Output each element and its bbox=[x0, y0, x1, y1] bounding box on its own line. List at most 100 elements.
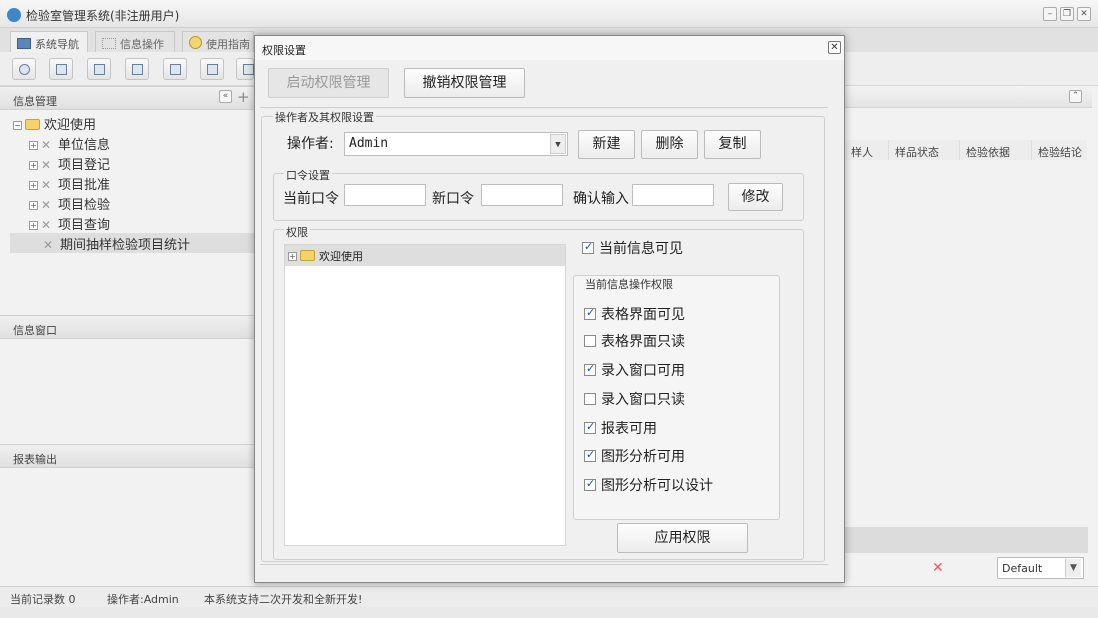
export-icon bbox=[207, 64, 218, 75]
permission-checkbox-row[interactable]: 图形分析可以设计 bbox=[584, 475, 713, 495]
permission-dialog: 权限设置 ✕ 启动权限管理 撤销权限管理 操作者及其权限设置 操作者: Admi… bbox=[254, 35, 845, 583]
tools-icon: ✕ bbox=[41, 158, 52, 172]
tree-item-project-register[interactable]: + ✕ 项目登记 bbox=[29, 154, 110, 174]
checkbox-icon[interactable] bbox=[582, 240, 594, 254]
export-tool-button[interactable] bbox=[200, 58, 224, 80]
permission-tree-root-label: 欢迎使用 bbox=[319, 250, 363, 263]
document-icon bbox=[94, 64, 105, 75]
confirm-password-label: 确认输入 bbox=[573, 191, 629, 207]
copy-operator-button[interactable]: 复制 bbox=[704, 130, 761, 159]
expand-node-icon[interactable]: + bbox=[288, 252, 297, 261]
dialog-close-icon[interactable]: ✕ bbox=[828, 41, 841, 54]
checkbox-icon[interactable] bbox=[584, 362, 596, 376]
expand-node-icon[interactable]: + bbox=[29, 161, 38, 170]
info-window-header: 信息窗口 bbox=[0, 315, 254, 339]
permission-checkbox-row[interactable]: 图形分析可用 bbox=[584, 446, 685, 466]
permission-checkbox-row[interactable]: 表格界面只读 bbox=[584, 331, 685, 351]
collapse-node-icon[interactable]: − bbox=[13, 121, 22, 130]
tab-label: 系统导航 bbox=[35, 38, 79, 51]
expand-node-icon[interactable]: + bbox=[29, 201, 38, 210]
grid-icon bbox=[102, 38, 116, 49]
checkbox-icon[interactable] bbox=[584, 306, 596, 320]
new-operator-button[interactable]: 新建 bbox=[578, 130, 635, 159]
chevron-down-icon[interactable]: ▼ bbox=[1065, 559, 1081, 577]
tab-system-nav[interactable]: 系统导航 bbox=[10, 31, 88, 52]
checkbox-icon[interactable] bbox=[584, 448, 596, 462]
list-icon bbox=[56, 64, 67, 75]
record-count: 当前记录数 0 bbox=[10, 593, 76, 606]
search-tool-button[interactable] bbox=[12, 58, 36, 80]
tree-item-project-approve[interactable]: + ✕ 项目批准 bbox=[29, 174, 110, 194]
column-header[interactable]: 样品状态 bbox=[888, 140, 959, 160]
list-tool-button[interactable] bbox=[49, 58, 73, 80]
window-title-bar: 检验室管理系统(非注册用户) – ❐ ✕ bbox=[0, 0, 1098, 28]
tab-info-ops[interactable]: 信息操作 bbox=[95, 31, 175, 52]
minimize-icon[interactable]: – bbox=[1043, 7, 1057, 21]
chevron-down-icon[interactable]: ▼ bbox=[550, 134, 566, 154]
panel-title: 信息窗口 bbox=[13, 324, 57, 337]
column-header[interactable]: 样人 bbox=[845, 140, 888, 160]
checkbox-icon[interactable] bbox=[584, 335, 596, 347]
permission-label: 图形分析可以设计 bbox=[601, 478, 713, 494]
modify-password-button[interactable]: 修改 bbox=[728, 183, 783, 211]
tools-icon: ✕ bbox=[41, 178, 52, 192]
start-permission-button[interactable]: 启动权限管理 bbox=[268, 68, 389, 98]
permission-checkbox-row[interactable]: 报表可用 bbox=[584, 418, 657, 438]
delete-operator-button[interactable]: 删除 bbox=[641, 130, 698, 159]
permission-tree-root[interactable]: + 欢迎使用 bbox=[288, 248, 363, 264]
theme-select[interactable]: Default ▼ bbox=[997, 557, 1084, 579]
restore-icon[interactable]: ❐ bbox=[1060, 7, 1074, 21]
permission-checkbox-row[interactable]: 表格界面可见 bbox=[584, 304, 685, 324]
document-tool-button[interactable] bbox=[87, 58, 111, 80]
tree-item-label: 项目登记 bbox=[58, 158, 111, 173]
expand-node-icon[interactable]: + bbox=[29, 221, 38, 230]
tree-item-label: 单位信息 bbox=[58, 138, 111, 153]
tab-user-guide[interactable]: 使用指南 bbox=[182, 31, 254, 52]
checkbox-icon[interactable] bbox=[584, 420, 596, 434]
collapse-icon[interactable]: « bbox=[219, 90, 232, 103]
tree-item-label: 期间抽样检验项目统计 bbox=[60, 238, 191, 253]
permission-checkbox-row[interactable]: 录入窗口可用 bbox=[584, 360, 685, 380]
print-tool-button[interactable] bbox=[236, 58, 254, 80]
tree-item-project-query[interactable]: + ✕ 项目查询 bbox=[29, 214, 110, 234]
close-icon[interactable]: ✕ bbox=[1077, 7, 1091, 21]
tree-item-unit-info[interactable]: + ✕ 单位信息 bbox=[29, 134, 110, 154]
tree-root[interactable]: − 欢迎使用 bbox=[13, 114, 96, 134]
content-area bbox=[845, 86, 1098, 586]
tree-item-label: 项目查询 bbox=[58, 218, 111, 233]
collapse-up-icon[interactable]: ⌃ bbox=[1069, 90, 1082, 103]
window-tool-button[interactable] bbox=[163, 58, 187, 80]
divider bbox=[260, 107, 828, 108]
tree-item-project-inspect[interactable]: + ✕ 项目检验 bbox=[29, 194, 110, 214]
expand-node-icon[interactable]: + bbox=[29, 141, 38, 150]
nav-icon bbox=[17, 38, 31, 49]
operator-select-value: Admin bbox=[349, 136, 389, 151]
column-header[interactable]: 检验结论 bbox=[1031, 140, 1087, 160]
checkbox-icon[interactable] bbox=[584, 393, 596, 405]
ops-section-legend: 当前信息操作权限 bbox=[585, 278, 673, 291]
column-header[interactable]: 检验依据 bbox=[959, 140, 1031, 160]
checkbox-icon[interactable] bbox=[584, 477, 596, 491]
delete-icon[interactable]: ✕ bbox=[932, 560, 944, 576]
new-password-label: 新口令 bbox=[432, 191, 474, 207]
current-password-label: 当前口令 bbox=[283, 191, 339, 207]
panel-title: 信息管理 bbox=[13, 95, 57, 108]
visible-checkbox[interactable]: 当前信息可见 bbox=[582, 238, 683, 258]
operator-select[interactable]: Admin ▼ bbox=[344, 132, 568, 156]
tools-icon: ✕ bbox=[43, 238, 54, 252]
apply-permission-button[interactable]: 应用权限 bbox=[617, 523, 748, 553]
new-password-input[interactable] bbox=[481, 184, 563, 206]
permission-label: 表格界面只读 bbox=[601, 334, 685, 350]
current-password-input[interactable] bbox=[344, 184, 426, 206]
tree-item-period-stats[interactable]: ✕ 期间抽样检验项目统计 bbox=[43, 234, 190, 254]
content-footer-band bbox=[845, 527, 1088, 553]
expand-node-icon[interactable]: + bbox=[29, 181, 38, 190]
add-icon[interactable]: + bbox=[237, 88, 250, 106]
visible-label: 当前信息可见 bbox=[599, 241, 683, 257]
revoke-permission-button[interactable]: 撤销权限管理 bbox=[404, 68, 525, 98]
confirm-password-input[interactable] bbox=[632, 184, 714, 206]
users-tool-button[interactable] bbox=[125, 58, 149, 80]
password-section-legend: 口令设置 bbox=[284, 167, 332, 183]
app-logo-icon bbox=[7, 8, 21, 22]
permission-checkbox-row[interactable]: 录入窗口只读 bbox=[584, 389, 685, 409]
